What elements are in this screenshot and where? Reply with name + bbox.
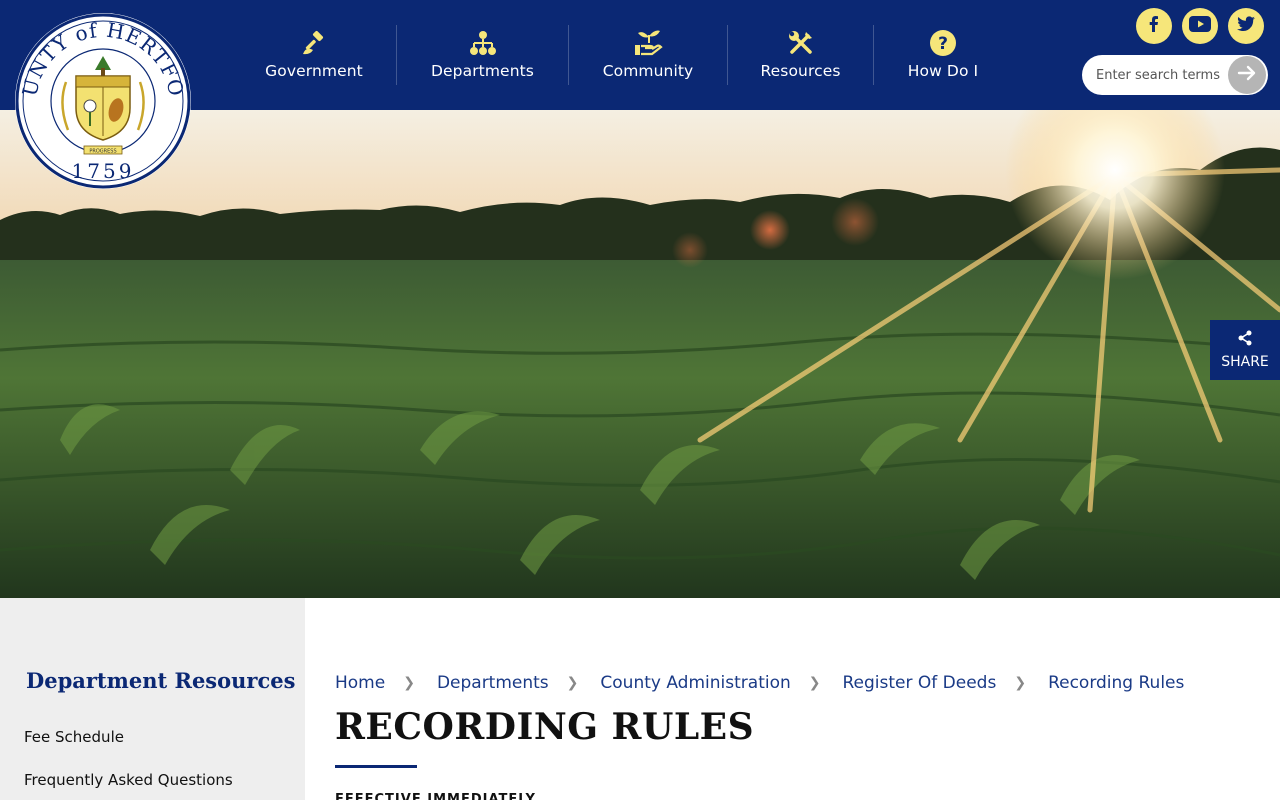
title-underline — [335, 765, 417, 768]
county-seal-logo[interactable]: COUNTY of HERTFORD PROGRESS 1759 — [5, 0, 192, 190]
svg-text:?: ? — [938, 34, 948, 54]
nav-item-resources[interactable]: Resources — [728, 0, 873, 110]
nav-label: Resources — [760, 62, 841, 80]
page-title: RECORDING RULES — [335, 706, 755, 748]
share-label: SHARE — [1221, 354, 1269, 370]
share-button[interactable]: SHARE — [1210, 320, 1280, 380]
arrow-right-icon — [1236, 62, 1258, 88]
hero-banner-image — [0, 110, 1280, 598]
sidebar-heading: Department Resources — [26, 668, 296, 693]
sidebar-link-fee-schedule[interactable]: Fee Schedule — [24, 728, 124, 746]
share-icon — [1237, 330, 1253, 350]
nav-item-departments[interactable]: Departments — [397, 0, 568, 110]
search-box — [1082, 55, 1268, 95]
site-header: Government Departments Community Resourc… — [0, 0, 1280, 110]
facebook-icon — [1145, 15, 1163, 37]
breadcrumb-register-of-deeds[interactable]: Register Of Deeds — [843, 673, 997, 693]
gavel-icon — [299, 28, 329, 58]
breadcrumb-county-administration[interactable]: County Administration — [600, 673, 790, 693]
hand-plant-icon — [633, 28, 663, 58]
question-icon: ? — [928, 28, 958, 58]
facebook-link[interactable] — [1136, 8, 1172, 44]
breadcrumb: Home ❯ Departments ❯ County Administrati… — [335, 673, 1184, 693]
breadcrumb-home[interactable]: Home — [335, 673, 385, 693]
youtube-link[interactable] — [1182, 8, 1218, 44]
nav-label: How Do I — [907, 62, 979, 80]
sidebar-link-faq[interactable]: Frequently Asked Questions — [24, 771, 233, 789]
breadcrumb-departments[interactable]: Departments — [437, 673, 549, 693]
chevron-right-icon: ❯ — [808, 675, 821, 691]
org-chart-icon — [468, 28, 498, 58]
twitter-icon — [1236, 15, 1256, 37]
chevron-right-icon: ❯ — [1014, 675, 1027, 691]
intro-text: EFFECTIVE IMMEDIATELY — [335, 792, 536, 800]
nav-label: Community — [602, 62, 694, 80]
chevron-right-icon: ❯ — [403, 675, 415, 691]
seal-motto: PROGRESS — [89, 149, 116, 155]
breadcrumb-recording-rules[interactable]: Recording Rules — [1048, 673, 1184, 693]
search-input[interactable] — [1096, 65, 1222, 85]
tools-icon — [786, 28, 816, 58]
social-links — [1136, 8, 1264, 44]
search-submit-button[interactable] — [1228, 56, 1266, 94]
nav-item-government[interactable]: Government — [232, 0, 396, 110]
main-nav: Government Departments Community Resourc… — [232, 0, 1012, 110]
twitter-link[interactable] — [1228, 8, 1264, 44]
seal-year: 1759 — [72, 159, 135, 183]
chevron-right-icon: ❯ — [566, 675, 579, 691]
youtube-icon — [1189, 16, 1211, 36]
main-content: Home ❯ Departments ❯ County Administrati… — [305, 598, 1280, 800]
nav-item-how-do-i[interactable]: ? How Do I — [874, 0, 1012, 110]
nav-label: Government — [265, 62, 363, 80]
nav-item-community[interactable]: Community — [569, 0, 727, 110]
nav-label: Departments — [431, 62, 534, 80]
sidebar: Department Resources Fee Schedule Freque… — [0, 598, 305, 800]
